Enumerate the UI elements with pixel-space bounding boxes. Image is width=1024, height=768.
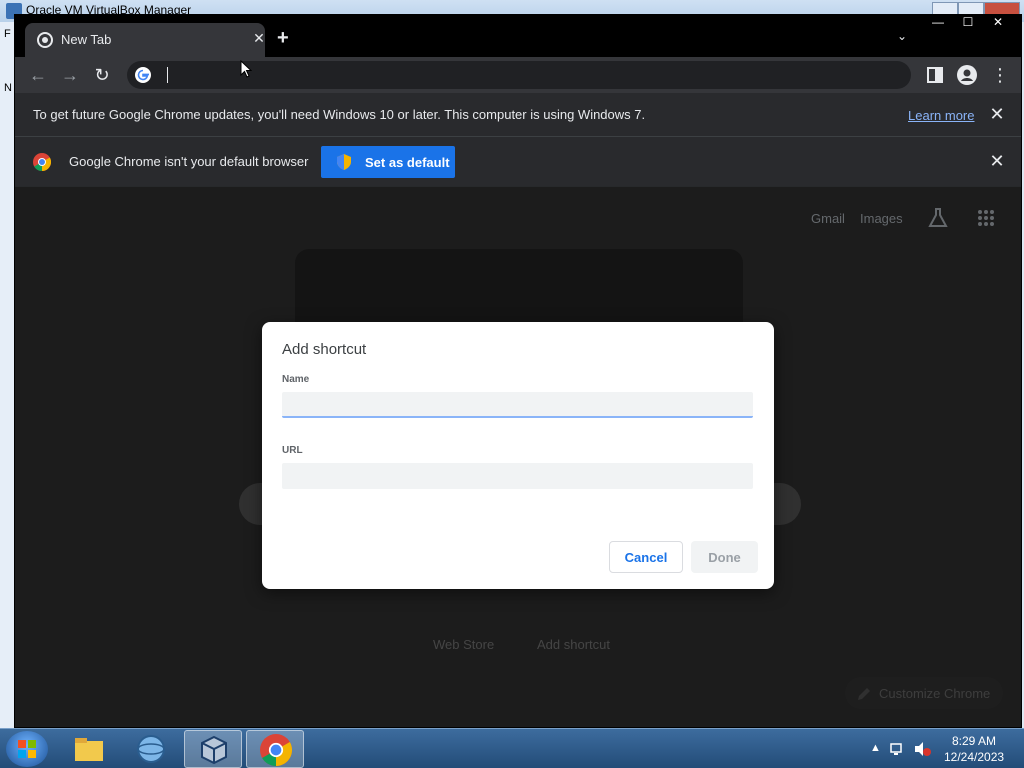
default-browser-text: Google Chrome isn't your default browser [69, 154, 309, 169]
forward-button[interactable]: → [59, 64, 81, 86]
dialog-title: Add shortcut [282, 341, 367, 358]
default-infobar-close-icon[interactable]: ✕ [988, 151, 1006, 172]
side-panel-icon[interactable] [925, 65, 945, 85]
add-shortcut-dialog: Add shortcut Name URL Cancel Done [262, 322, 774, 589]
url-input[interactable] [282, 463, 753, 489]
update-infobar-text: To get future Google Chrome updates, you… [33, 107, 646, 122]
reload-button[interactable]: ↻ [91, 64, 113, 86]
virtualbox-sidebar: F N [0, 22, 14, 728]
mouse-cursor-icon [240, 60, 252, 78]
windows-logo-icon [18, 740, 36, 758]
maximize-button[interactable]: ☐ [955, 15, 981, 31]
clock[interactable]: 8:29 AM 12/24/2023 [944, 733, 1004, 765]
virtualbox-cube-icon [201, 735, 227, 765]
url-label: URL [282, 445, 303, 456]
tab-close-icon[interactable]: ✕ [251, 30, 267, 47]
profile-icon[interactable] [957, 65, 977, 85]
windows-taskbar: ▲ 8:29 AM 12/24/2023 [0, 728, 1024, 768]
virtualbox-menu-glyph: N [4, 82, 12, 94]
network-icon[interactable] [890, 741, 906, 757]
address-input[interactable] [167, 65, 897, 85]
clock-date: 12/24/2023 [944, 750, 1005, 764]
done-button[interactable]: Done [691, 541, 758, 573]
tab-title: New Tab [61, 32, 112, 47]
cancel-button[interactable]: Cancel [609, 541, 683, 573]
taskbar-chrome[interactable] [246, 730, 304, 768]
tab-search-button[interactable]: ⌄ [897, 29, 907, 43]
uac-shield-icon [337, 154, 351, 170]
folder-icon [75, 738, 103, 761]
default-browser-infobar: Google Chrome isn't your default browser… [15, 137, 1021, 187]
toolbar: ← → ↻ ⋮ [15, 57, 1021, 93]
google-g-icon [135, 67, 151, 83]
set-as-default-button[interactable]: Set as default [321, 146, 455, 178]
taskbar-explorer[interactable] [60, 730, 118, 768]
back-button[interactable]: ← [27, 64, 49, 86]
chrome-taskbar-icon [260, 734, 292, 766]
tab-new-tab[interactable]: New Tab ✕ [25, 23, 265, 57]
tab-strip: New Tab ✕ + ⌄ — ☐ ✕ [15, 15, 1021, 57]
taskbar-virtualbox[interactable] [184, 730, 242, 768]
name-label: Name [282, 374, 310, 385]
globe-icon [137, 735, 165, 763]
chrome-logo-icon [33, 153, 51, 171]
virtualbox-menu-glyph: F [4, 28, 11, 40]
update-infobar-close-icon[interactable]: ✕ [988, 104, 1006, 125]
chrome-tab-icon [37, 32, 53, 48]
minimize-button[interactable]: — [925, 15, 951, 31]
new-tab-button[interactable]: + [277, 27, 289, 50]
clock-time: 8:29 AM [951, 734, 997, 748]
tray-expand-icon[interactable]: ▲ [870, 742, 881, 754]
taskbar-vm-app[interactable] [122, 730, 180, 768]
close-window-button[interactable]: ✕ [985, 15, 1011, 31]
menu-icon[interactable]: ⋮ [989, 64, 1011, 86]
start-button[interactable] [6, 731, 48, 767]
volume-muted-icon[interactable] [914, 741, 932, 757]
update-infobar: To get future Google Chrome updates, you… [15, 93, 1021, 137]
learn-more-link[interactable]: Learn more [908, 108, 974, 123]
set-as-default-label: Set as default [365, 154, 450, 170]
name-input[interactable] [282, 392, 753, 418]
